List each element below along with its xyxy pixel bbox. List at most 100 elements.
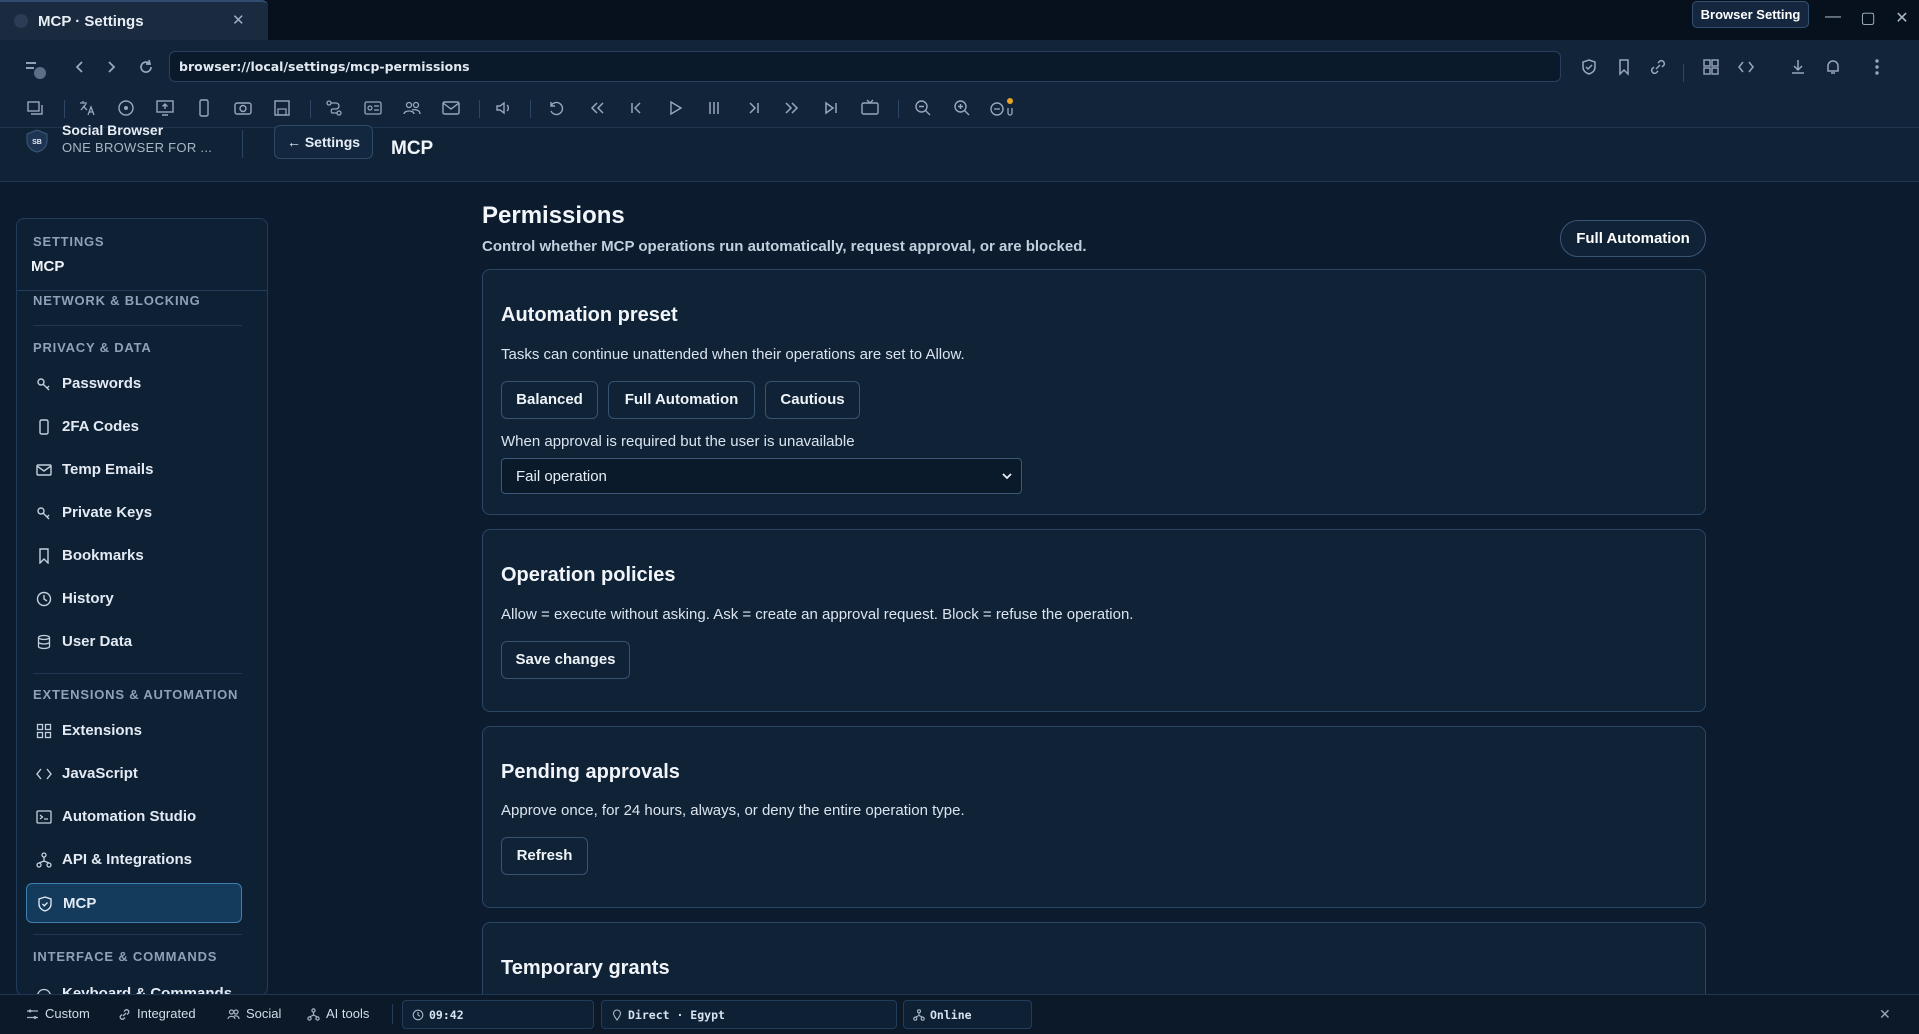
status-divider	[392, 1004, 393, 1024]
save-changes-button[interactable]: Save changes	[501, 641, 630, 679]
key-icon	[36, 376, 52, 392]
rewind-icon[interactable]	[587, 98, 607, 118]
card-description: Tasks can continue unattended when their…	[501, 346, 965, 363]
bookmark-icon[interactable]	[1615, 58, 1633, 76]
fast-forward-icon[interactable]	[782, 98, 802, 118]
status-ai-tools[interactable]: AI tools	[307, 1006, 369, 1021]
mail-icon[interactable]	[441, 98, 461, 118]
id-card-icon[interactable]	[363, 98, 383, 118]
sidebar-item-keyboard-commands[interactable]: Keyboard & Commands	[26, 981, 242, 994]
zoom-in-icon[interactable]	[952, 98, 972, 118]
sidebar-item-label: Temp Emails	[62, 461, 154, 478]
sidebar-item-automation-studio[interactable]: Automation Studio	[26, 797, 242, 837]
sidebar-clip: Keyboard & Commands	[17, 978, 267, 994]
status-custom[interactable]: Custom	[26, 1006, 90, 1021]
mobile-icon	[36, 419, 52, 435]
sidebar-item-temp-emails[interactable]: Temp Emails	[26, 450, 242, 490]
sidebar-item-javascript[interactable]: JavaScript	[26, 754, 242, 794]
bell-icon[interactable]	[1824, 58, 1842, 76]
extensions-icon[interactable]	[1702, 58, 1720, 76]
users-icon[interactable]	[402, 98, 422, 118]
preset-full-automation-button[interactable]: Full Automation	[608, 381, 755, 419]
mail-icon	[36, 462, 52, 478]
sidebar-item-extensions[interactable]: Extensions	[26, 711, 242, 751]
network-icon	[307, 1008, 320, 1021]
clock-icon	[412, 1009, 424, 1021]
toolbar-divider	[530, 100, 531, 118]
mobile-icon[interactable]	[194, 98, 214, 118]
sidebar-section-label: SETTINGS	[33, 234, 105, 249]
skip-end-icon[interactable]	[821, 98, 841, 118]
sidebar-item-label: Extensions	[62, 722, 143, 739]
sync-icon[interactable]	[988, 98, 1013, 118]
sidebar-toggle-icon[interactable]	[24, 58, 48, 80]
sidebar-item-history[interactable]: History	[26, 579, 242, 619]
status-location-text: Direct · Egypt	[628, 1008, 725, 1022]
sidebar-item-mcp[interactable]: MCP	[26, 883, 242, 923]
status-label: Social	[246, 1006, 282, 1021]
forward-icon[interactable]	[103, 59, 119, 75]
back-icon[interactable]	[72, 59, 88, 75]
browser-setting-button[interactable]: Browser Setting	[1692, 1, 1809, 28]
sidebar-item-label: Bookmarks	[62, 547, 144, 564]
back-to-settings-button[interactable]: ← Settings	[274, 125, 373, 159]
network-icon	[913, 1009, 925, 1021]
sidebar-divider	[33, 934, 242, 935]
sidebar-item-2fa-codes[interactable]: 2FA Codes	[26, 407, 242, 447]
sidebar-item-passwords[interactable]: Passwords	[26, 364, 242, 404]
address-bar[interactable]: browser://local/settings/mcp-permissions	[169, 51, 1561, 82]
next-icon[interactable]	[744, 98, 764, 118]
reload-icon[interactable]	[137, 58, 155, 76]
users-icon	[227, 1008, 240, 1021]
status-social[interactable]: Social	[227, 1006, 281, 1021]
undo-icon[interactable]	[546, 98, 566, 118]
link-icon[interactable]	[1649, 58, 1667, 76]
brand-logo: SB	[26, 129, 48, 153]
shield-icon[interactable]	[1580, 58, 1598, 76]
previous-icon[interactable]	[626, 98, 646, 118]
screen-share-icon[interactable]	[155, 98, 175, 118]
sidebar-item-api-integrations[interactable]: API & Integrations	[26, 840, 242, 880]
refresh-button[interactable]: Refresh	[501, 837, 588, 875]
status-label: AI tools	[326, 1006, 370, 1021]
download-icon[interactable]	[1789, 58, 1807, 76]
card-title: Temporary grants	[501, 957, 670, 979]
sidebar-item-bookmarks[interactable]: Bookmarks	[26, 536, 242, 576]
routing-icon[interactable]	[324, 98, 344, 118]
camera-icon[interactable]	[233, 98, 253, 118]
sidebar-group-network[interactable]: NETWORK & BLOCKING	[33, 293, 201, 308]
shield-icon	[37, 896, 53, 912]
more-vertical-icon[interactable]	[1872, 57, 1882, 77]
close-statusbar-icon[interactable]: ✕	[1879, 1006, 1891, 1023]
zoom-out-icon[interactable]	[913, 98, 933, 118]
save-icon[interactable]	[272, 98, 292, 118]
automation-preset-card: Automation preset Tasks can continue una…	[482, 269, 1706, 515]
tab-close-icon[interactable]: ✕	[232, 11, 245, 29]
unavailable-action-select[interactable]: Fail operation	[501, 458, 1022, 494]
preset-cautious-button[interactable]: Cautious	[765, 381, 860, 419]
status-connection-text: Online	[930, 1008, 972, 1022]
grants-card-clip: Temporary grants	[482, 922, 1706, 994]
code-icon[interactable]	[1737, 58, 1755, 76]
close-window-icon[interactable]: ✕	[1890, 8, 1914, 28]
windows-icon[interactable]	[25, 98, 45, 118]
minimize-icon[interactable]: —	[1821, 8, 1845, 26]
palette-icon[interactable]	[116, 98, 136, 118]
toolbar-divider	[310, 100, 311, 118]
sidebar-item-private-keys[interactable]: Private Keys	[26, 493, 242, 533]
sidebar-group-extensions: EXTENSIONS & AUTOMATION	[33, 687, 239, 702]
status-clock: 09:42	[402, 1000, 594, 1029]
browser-tab[interactable]: MCP · Settings ✕	[0, 0, 268, 40]
sidebar-item-label: User Data	[62, 633, 133, 650]
pause-icon[interactable]	[704, 98, 724, 118]
toolbar-divider	[64, 100, 65, 118]
preset-balanced-button[interactable]: Balanced	[501, 381, 598, 419]
status-integrated[interactable]: Integrated	[118, 1006, 196, 1021]
tv-icon[interactable]	[860, 98, 880, 118]
maximize-icon[interactable]: ▢	[1856, 8, 1880, 28]
sidebar-item-user-data[interactable]: User Data	[26, 622, 242, 662]
volume-icon[interactable]	[494, 98, 514, 118]
sidebar-divider	[33, 673, 242, 674]
play-icon[interactable]	[665, 98, 685, 118]
translate-icon[interactable]	[77, 98, 97, 118]
